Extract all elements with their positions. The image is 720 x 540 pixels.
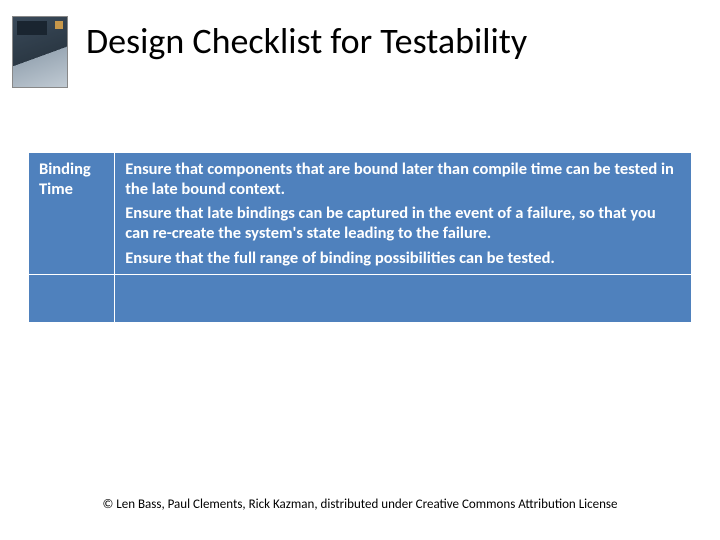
empty-cell <box>115 274 692 322</box>
checklist-table: Binding Time Ensure that components that… <box>28 152 692 323</box>
table-row: Binding Time Ensure that components that… <box>29 153 692 275</box>
slide-header: Design Checklist for Testability <box>0 0 720 88</box>
empty-cell <box>29 274 115 322</box>
slide-title: Design Checklist for Testability <box>86 16 527 62</box>
copyright-footer: © Len Bass, Paul Clements, Rick Kazman, … <box>0 497 720 512</box>
book-cover-thumbnail <box>12 16 68 88</box>
category-cell: Binding Time <box>29 153 115 275</box>
guidance-paragraph: Ensure that late bindings can be capture… <box>125 203 681 243</box>
checklist-table-wrap: Binding Time Ensure that components that… <box>28 152 692 323</box>
guidance-paragraph: Ensure that the full range of binding po… <box>125 248 681 268</box>
guidance-cell: Ensure that components that are bound la… <box>115 153 692 275</box>
table-row-empty <box>29 274 692 322</box>
guidance-paragraph: Ensure that components that are bound la… <box>125 159 681 199</box>
